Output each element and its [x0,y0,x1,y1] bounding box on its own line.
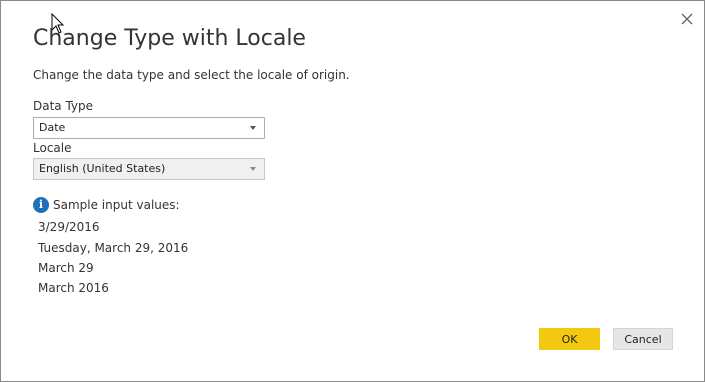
sample-value: March 2016 [38,281,109,295]
cancel-button[interactable]: Cancel [613,328,673,350]
sample-value: Tuesday, March 29, 2016 [38,241,189,255]
dialog-title: Change Type with Locale [33,26,306,51]
sample-value: March 29 [38,261,94,275]
info-icon: i [33,197,49,213]
chevron-down-icon [250,126,256,130]
sample-value: 3/29/2016 [38,220,100,234]
data-type-dropdown[interactable]: Date [33,117,265,139]
change-type-dialog: Change Type with Locale Change the data … [0,0,705,382]
data-type-value: Date [39,121,66,134]
chevron-down-icon [250,167,256,171]
locale-value: English (United States) [39,162,166,175]
sample-values-heading: Sample input values: [53,198,180,212]
data-type-label: Data Type [33,99,94,113]
locale-label: Locale [33,141,72,155]
close-icon[interactable] [678,10,696,28]
ok-button[interactable]: OK [539,328,600,350]
dialog-subtitle: Change the data type and select the loca… [33,68,350,82]
locale-dropdown[interactable]: English (United States) [33,158,265,180]
